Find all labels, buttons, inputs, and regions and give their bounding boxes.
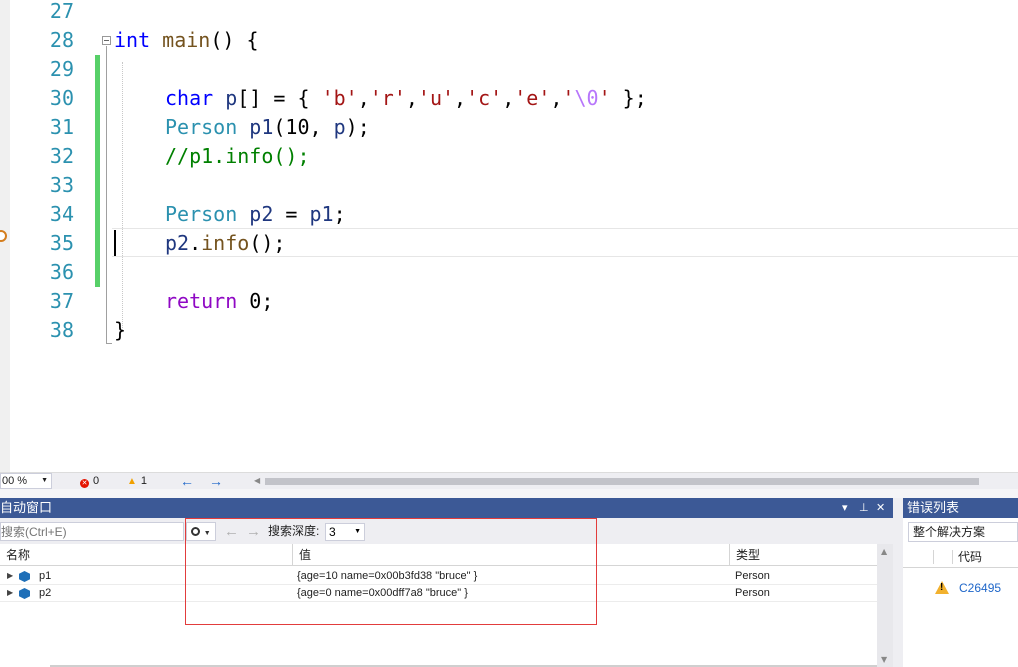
column-header-name[interactable]: 名称 bbox=[0, 544, 293, 566]
code-line: 29 bbox=[0, 55, 1018, 84]
code-line: 31 Person p1(10, p); bbox=[0, 113, 1018, 142]
warning-icon bbox=[935, 581, 949, 594]
error-list-item[interactable]: C26495 bbox=[903, 578, 1018, 598]
navigate-back-icon[interactable]: ← bbox=[180, 473, 194, 489]
warning-count: 1 bbox=[140, 475, 148, 487]
error-icon: ✕ bbox=[80, 479, 89, 488]
line-number: 33 bbox=[49, 173, 74, 197]
table-row[interactable]: ▶ p2 {age=0 name=0x00dff7a8 "bruce" } Pe… bbox=[0, 585, 877, 602]
search-depth-label: 搜索深度: bbox=[268, 524, 320, 538]
line-number: 28 bbox=[49, 28, 74, 52]
variable-name: p2 bbox=[39, 587, 52, 599]
object-icon bbox=[19, 588, 30, 599]
pin-icon[interactable]: ⊥ bbox=[859, 498, 869, 518]
search-input[interactable] bbox=[0, 522, 184, 541]
code-text: Person p2 = p1; bbox=[165, 202, 346, 226]
code-text: } bbox=[114, 318, 127, 342]
panel-splitter[interactable] bbox=[0, 489, 1018, 498]
line-number: 27 bbox=[49, 0, 74, 23]
code-line: 28 int main() { bbox=[0, 26, 1018, 55]
search-depth-select[interactable]: 3 ▼ bbox=[325, 523, 365, 541]
navigate-forward-icon[interactable]: → bbox=[209, 473, 223, 489]
code-line: 32 //p1.info(); bbox=[0, 142, 1018, 171]
window-position-icon[interactable]: ▾ bbox=[842, 498, 848, 518]
code-line: 38 } bbox=[0, 316, 1018, 345]
code-text: p2.info(); bbox=[165, 231, 286, 255]
column-separator bbox=[933, 550, 934, 564]
error-list-title: 错误列表 bbox=[907, 500, 960, 515]
line-number: 30 bbox=[49, 86, 74, 110]
code-line: 33 bbox=[0, 171, 1018, 200]
code-text: char p[] = { 'b','r','u','c','e','\0' }; bbox=[165, 86, 647, 110]
search-back-icon[interactable]: ← bbox=[224, 522, 239, 541]
code-line: 37 return 0; bbox=[0, 287, 1018, 316]
autos-title: 自动窗口 bbox=[0, 500, 53, 515]
code-editor[interactable]: 27 28 int main() { 29 30 char p[] = { 'b… bbox=[0, 0, 1018, 472]
column-header-code[interactable]: 代码 bbox=[958, 546, 982, 568]
line-number: 35 bbox=[49, 231, 74, 255]
variable-type: Person bbox=[735, 587, 770, 599]
search-forward-icon[interactable]: → bbox=[246, 522, 261, 541]
line-number: 36 bbox=[49, 260, 74, 284]
variable-value[interactable]: {age=10 name=0x00b3fd38 "bruce" } bbox=[297, 568, 477, 584]
chevron-down-icon: ▼ bbox=[203, 530, 211, 537]
error-scope-select[interactable]: 整个解决方案 bbox=[908, 522, 1018, 542]
line-number: 38 bbox=[49, 318, 74, 342]
search-icon bbox=[191, 527, 201, 536]
scroll-left-icon[interactable]: ◀ bbox=[254, 473, 260, 489]
expand-icon[interactable]: ▶ bbox=[7, 568, 13, 584]
code-text: return 0; bbox=[165, 289, 274, 313]
autos-column-header: 名称 值 类型 bbox=[0, 544, 877, 566]
panel-splitter[interactable] bbox=[893, 498, 903, 667]
column-header-value[interactable]: 值 bbox=[293, 544, 730, 566]
search-button[interactable]: ▼ bbox=[186, 522, 216, 541]
autos-title-bar: 自动窗口 ▾ ⊥ ✕ bbox=[0, 498, 893, 518]
variable-name: p1 bbox=[39, 570, 52, 582]
close-icon[interactable]: ✕ bbox=[876, 498, 885, 518]
code-line: 36 bbox=[0, 258, 1018, 287]
code-line: 35 p2.info(); bbox=[0, 229, 1018, 258]
code-line: 30 char p[] = { 'b','r','u','c','e','\0'… bbox=[0, 84, 1018, 113]
line-number: 31 bbox=[49, 115, 74, 139]
line-number: 34 bbox=[49, 202, 74, 226]
scroll-down-icon[interactable]: ▼ bbox=[881, 655, 887, 664]
expand-icon[interactable]: ▶ bbox=[7, 585, 13, 601]
code-text: Person p1(10, p); bbox=[165, 115, 370, 139]
line-number: 37 bbox=[49, 289, 74, 313]
zoom-value: 00 % bbox=[2, 475, 28, 487]
error-list-column-header: 代码 bbox=[903, 546, 1018, 568]
scroll-up-icon[interactable]: ▲ bbox=[881, 547, 887, 556]
horizontal-scrollbar-thumb[interactable] bbox=[265, 478, 979, 485]
code-text: int main() { bbox=[114, 28, 259, 52]
editor-status-strip: 00 % ▼ ✕ 0 ▲ 1 ← → ◀ bbox=[0, 472, 1018, 489]
chevron-down-icon: ▼ bbox=[41, 477, 48, 484]
zoom-select[interactable]: 00 % ▼ bbox=[0, 473, 52, 489]
column-header-type[interactable]: 类型 bbox=[730, 544, 877, 566]
chevron-down-icon: ▼ bbox=[354, 528, 361, 535]
error-list-window: 错误列表 整个解决方案 代码 C26495 bbox=[903, 498, 1018, 667]
warning-indicator[interactable]: ▲ 1 bbox=[127, 473, 147, 490]
variable-type: Person bbox=[735, 570, 770, 582]
code-comment: //p1.info(); bbox=[165, 144, 310, 168]
table-row[interactable]: ▶ p1 {age=10 name=0x00b3fd38 "bruce" } P… bbox=[0, 568, 877, 585]
code-line: 34 Person p2 = p1; bbox=[0, 200, 1018, 229]
warning-icon: ▲ bbox=[127, 476, 137, 487]
variable-value[interactable]: {age=0 name=0x00dff7a8 "bruce" } bbox=[297, 585, 468, 601]
error-indicator[interactable]: ✕ 0 bbox=[80, 473, 99, 489]
code-line: 27 bbox=[0, 0, 1018, 26]
column-separator bbox=[952, 550, 953, 564]
error-list-title-bar: 错误列表 bbox=[903, 498, 1018, 518]
search-depth-value: 3 bbox=[329, 525, 336, 539]
vertical-scrollbar[interactable]: ▲ ▼ bbox=[877, 544, 893, 667]
error-count: 0 bbox=[93, 475, 100, 487]
error-code-link[interactable]: C26495 bbox=[959, 578, 1001, 598]
object-icon bbox=[19, 571, 30, 582]
line-number: 32 bbox=[49, 144, 74, 168]
autos-toolbar: ▼ ← → 搜索深度: 3 ▼ bbox=[0, 518, 893, 544]
text-caret bbox=[114, 230, 116, 256]
line-number: 29 bbox=[49, 57, 74, 81]
autos-window: 自动窗口 ▾ ⊥ ✕ ▼ ← → 搜索深度: 3 ▼ 名称 值 类型 ▶ p1 … bbox=[0, 498, 893, 667]
